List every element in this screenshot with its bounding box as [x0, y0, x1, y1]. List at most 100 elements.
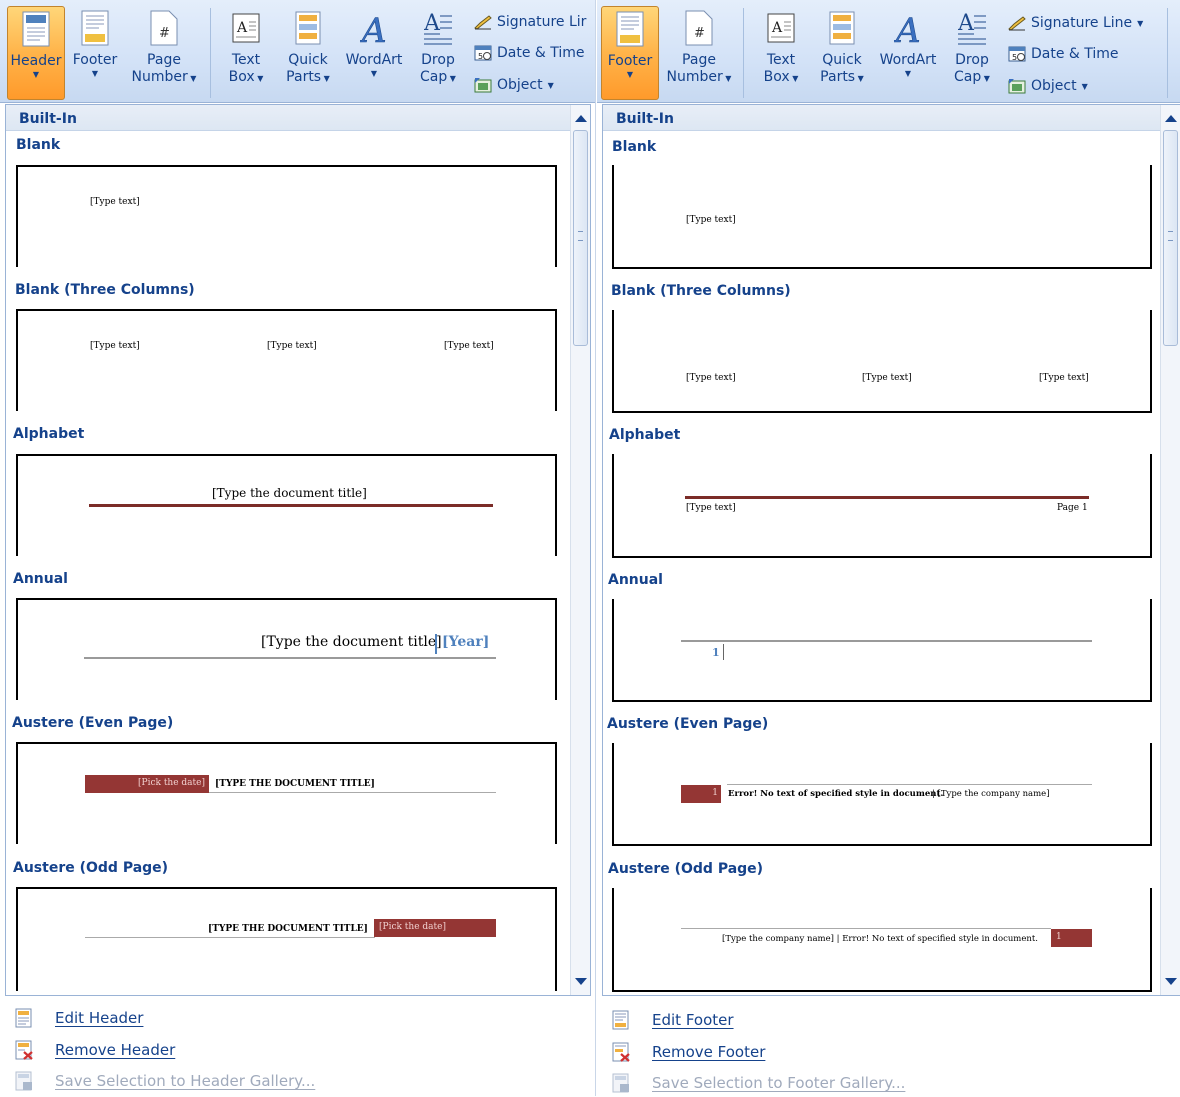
- gallery-item-austere-odd[interactable]: [TYPE THE DOCUMENT TITLE] [Pick the date…: [16, 887, 557, 991]
- dropdown-arrow-icon: ▼: [32, 70, 40, 79]
- dropdown-arrow-icon: ▼: [626, 70, 634, 79]
- placeholder-text: [Type text]: [1039, 373, 1089, 383]
- signature-line-label: Signature Lir: [497, 14, 587, 30]
- save-selection-header-label: Save Selection to Header Gallery...: [55, 1072, 316, 1090]
- footer-label: Footer: [72, 52, 118, 68]
- drop-cap-button[interactable]: A Drop Cap ▼: [948, 6, 996, 100]
- placeholder-text: [Type text]: [862, 373, 912, 383]
- placeholder-text: [Type text]: [686, 503, 736, 513]
- text-box-label-1: Text: [231, 52, 261, 68]
- section-title-blank: Blank: [16, 137, 61, 153]
- austere-rule: [681, 928, 1051, 929]
- placeholder-text: [Type text]: [444, 341, 494, 351]
- quick-parts-button[interactable]: Quick Parts ▼: [817, 6, 867, 100]
- page-block: 1: [1051, 929, 1092, 947]
- page-block: 1: [681, 785, 721, 803]
- dropdown-arrow-icon: ▼: [855, 74, 864, 83]
- quick-parts-label-1: Quick: [288, 52, 328, 68]
- divider: [723, 644, 724, 660]
- edit-footer-icon: [612, 1010, 630, 1030]
- gallery-scrollbar[interactable]: [570, 105, 590, 995]
- dropdown-arrow-icon: ▼: [1137, 18, 1144, 28]
- drop-cap-button[interactable]: A Drop Cap ▼: [414, 6, 462, 100]
- edit-footer-item[interactable]: Edit Footer: [612, 1010, 734, 1030]
- remove-footer-item[interactable]: Remove Footer: [612, 1042, 765, 1062]
- header-button[interactable]: Header ▼: [7, 6, 65, 100]
- date-time-button[interactable]: 5 Date & Time: [1008, 46, 1119, 62]
- date-block: [Pick the date]: [85, 775, 209, 793]
- scroll-up-icon[interactable]: [575, 115, 587, 122]
- scrollbar-thumb[interactable]: [1163, 130, 1178, 346]
- footer-button[interactable]: Footer ▼: [67, 6, 123, 100]
- gallery-item-alphabet[interactable]: [Type text] Page 1: [612, 454, 1152, 558]
- quick-parts-label-1: Quick: [822, 52, 862, 68]
- scroll-up-icon[interactable]: [1165, 115, 1177, 122]
- object-button[interactable]: Object ▼: [474, 77, 554, 93]
- edit-header-icon: [15, 1008, 33, 1028]
- signature-line-button[interactable]: Signature Lir: [474, 14, 586, 30]
- divider: [435, 634, 437, 654]
- svg-text:A: A: [894, 11, 921, 46]
- object-label: Object: [1031, 78, 1077, 94]
- footer-button[interactable]: Footer ▼: [601, 6, 659, 100]
- section-title-austere-even: Austere (Even Page): [12, 715, 174, 731]
- object-label: Object: [497, 77, 543, 93]
- document-title-placeholder: [Type the document title]: [212, 486, 367, 500]
- scroll-down-icon[interactable]: [1165, 978, 1177, 985]
- gallery-item-austere-odd[interactable]: [Type the company name] | Error! No text…: [612, 888, 1152, 992]
- section-title-alphabet: Alphabet: [609, 427, 681, 443]
- scroll-down-icon[interactable]: [575, 978, 587, 985]
- svg-text:A: A: [424, 11, 441, 36]
- drop-cap-icon: A: [424, 11, 452, 45]
- header-menu: Edit Header Remove Header Save Selection…: [5, 1000, 595, 1096]
- gallery-item-alphabet[interactable]: [Type the document title]: [16, 454, 557, 556]
- dropdown-arrow-icon: ▼: [904, 69, 912, 78]
- text-box-button[interactable]: A Text Box ▼: [222, 6, 270, 100]
- quick-parts-label-2: Parts: [820, 69, 856, 85]
- page-number-label-2: Number: [131, 69, 188, 85]
- svg-text:#: #: [159, 26, 170, 41]
- error-text: Error! No text of specified style in doc…: [728, 789, 944, 799]
- svg-text:5: 5: [478, 52, 483, 61]
- gallery-item-blank[interactable]: [Type text]: [612, 165, 1152, 269]
- date-time-label: Date & Time: [1031, 46, 1119, 62]
- dropdown-arrow-icon: ▼: [91, 69, 99, 78]
- save-to-gallery-icon: [612, 1073, 630, 1093]
- gallery-item-blank[interactable]: [Type text]: [16, 165, 557, 267]
- gallery-item-blank-three-columns[interactable]: [Type text] [Type text] [Type text]: [612, 310, 1152, 413]
- dropdown-arrow-icon: ▼: [981, 74, 990, 83]
- gallery-item-austere-even[interactable]: [Pick the date] [TYPE THE DOCUMENT TITLE…: [16, 742, 557, 844]
- gallery-item-blank-three-columns[interactable]: [Type text] [Type text] [Type text]: [16, 309, 557, 411]
- quick-parts-button[interactable]: Quick Parts ▼: [283, 6, 333, 100]
- text-box-button[interactable]: A Text Box ▼: [757, 6, 805, 100]
- gallery-item-annual[interactable]: 1: [612, 599, 1152, 702]
- quick-parts-icon: [829, 11, 855, 45]
- wordart-button[interactable]: A WordArt ▼: [340, 6, 408, 100]
- date-time-button[interactable]: 5 Date & Time: [474, 45, 585, 61]
- gallery-item-annual[interactable]: [Type the document title] [Year]: [16, 598, 557, 700]
- footer-icon: [81, 10, 109, 46]
- page-number-button[interactable]: # Page Number ▼: [661, 6, 737, 100]
- scrollbar-thumb[interactable]: [573, 130, 588, 346]
- dropdown-arrow-icon: ▼: [547, 80, 554, 90]
- wordart-button[interactable]: A WordArt ▼: [874, 6, 942, 100]
- placeholder-text: [Type text]: [686, 373, 736, 383]
- date-placeholder: [Pick the date]: [379, 922, 446, 932]
- page-number-button[interactable]: # Page Number ▼: [126, 6, 202, 100]
- section-title-annual: Annual: [608, 572, 663, 588]
- edit-header-item[interactable]: Edit Header: [15, 1008, 143, 1028]
- page-number-text: 1: [712, 646, 720, 659]
- svg-text:#: #: [694, 26, 705, 41]
- section-title-blank: Blank: [612, 139, 657, 155]
- page-number-text: 1: [712, 788, 718, 798]
- annual-rule: [84, 657, 496, 659]
- object-button[interactable]: Object ▼: [1008, 78, 1088, 94]
- gallery-item-austere-even[interactable]: 1 Error! No text of specified style in d…: [612, 743, 1152, 846]
- gallery-scrollbar[interactable]: [1160, 105, 1180, 995]
- placeholder-text: [Type text]: [90, 341, 140, 351]
- remove-header-item[interactable]: Remove Header: [15, 1040, 175, 1060]
- annual-rule: [681, 640, 1092, 642]
- drop-cap-label-1: Drop: [421, 52, 455, 68]
- signature-line-button[interactable]: Signature Line ▼: [1008, 15, 1143, 31]
- svg-text:A: A: [360, 11, 387, 46]
